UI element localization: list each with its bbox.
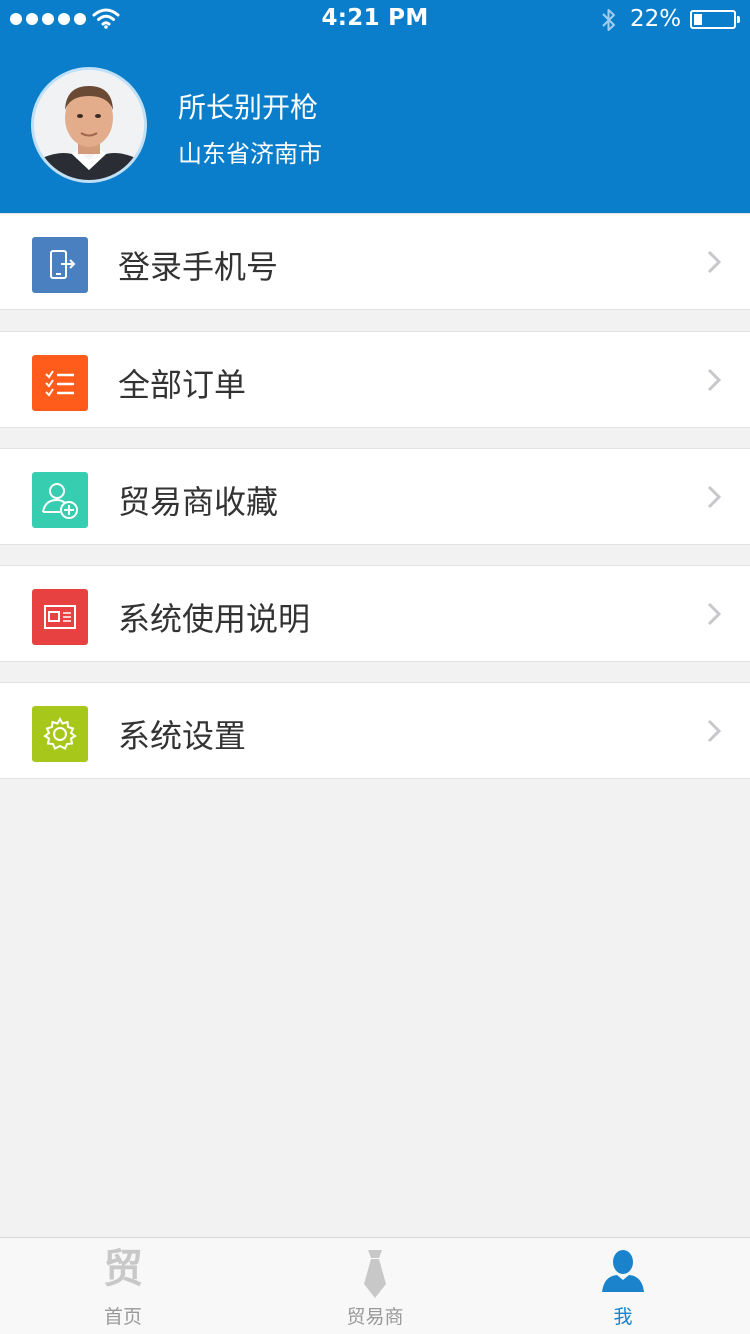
chevron-right-icon xyxy=(707,602,722,626)
menu-label: 系统使用说明 xyxy=(118,600,311,638)
tie-icon xyxy=(364,1250,386,1298)
status-bar: 4:21 PM 22% xyxy=(0,0,750,40)
gear-icon xyxy=(32,706,88,762)
person-icon xyxy=(602,1250,644,1292)
tab-label: 首页 xyxy=(103,1306,142,1328)
chevron-right-icon xyxy=(707,719,722,743)
id-card-icon xyxy=(32,589,88,645)
tab-home[interactable]: 贸 首页 xyxy=(43,1238,203,1334)
menu-label: 系统设置 xyxy=(118,717,247,755)
menu-item-phone-login[interactable]: 登录手机号 xyxy=(0,213,750,310)
menu-item-system-guide[interactable]: 系统使用说明 xyxy=(0,565,750,662)
battery-percent: 22% xyxy=(630,6,682,32)
avatar[interactable] xyxy=(31,67,147,183)
tab-label: 我 xyxy=(613,1306,633,1328)
chevron-right-icon xyxy=(707,485,722,509)
order-list-icon xyxy=(32,355,88,411)
bluetooth-icon xyxy=(602,9,615,31)
menu-item-trader-favorites[interactable]: 贸易商收藏 xyxy=(0,448,750,545)
profile-location: 山东省济南市 xyxy=(178,140,322,168)
chevron-right-icon xyxy=(707,250,722,274)
tab-bar: 贸 首页 贸易商 我 xyxy=(0,1237,750,1334)
battery-icon xyxy=(690,10,740,29)
menu-label: 登录手机号 xyxy=(118,248,279,286)
tab-me[interactable]: 我 xyxy=(543,1238,703,1334)
tab-traders[interactable]: 贸易商 xyxy=(295,1238,455,1334)
trade-char-icon: 贸 xyxy=(103,1246,143,1292)
menu-item-system-settings[interactable]: 系统设置 xyxy=(0,682,750,779)
menu-item-all-orders[interactable]: 全部订单 xyxy=(0,331,750,428)
menu-label: 贸易商收藏 xyxy=(118,483,279,521)
tab-label: 贸易商 xyxy=(346,1306,404,1328)
user-add-icon xyxy=(32,472,88,528)
chevron-right-icon xyxy=(707,368,722,392)
profile-name: 所长别开枪 xyxy=(178,91,319,124)
phone-login-icon xyxy=(32,237,88,293)
avatar-photo xyxy=(34,70,144,180)
menu-label: 全部订单 xyxy=(118,366,247,404)
profile-header: 4:21 PM 22% 所长别开枪 山东省济南市 xyxy=(0,0,750,213)
